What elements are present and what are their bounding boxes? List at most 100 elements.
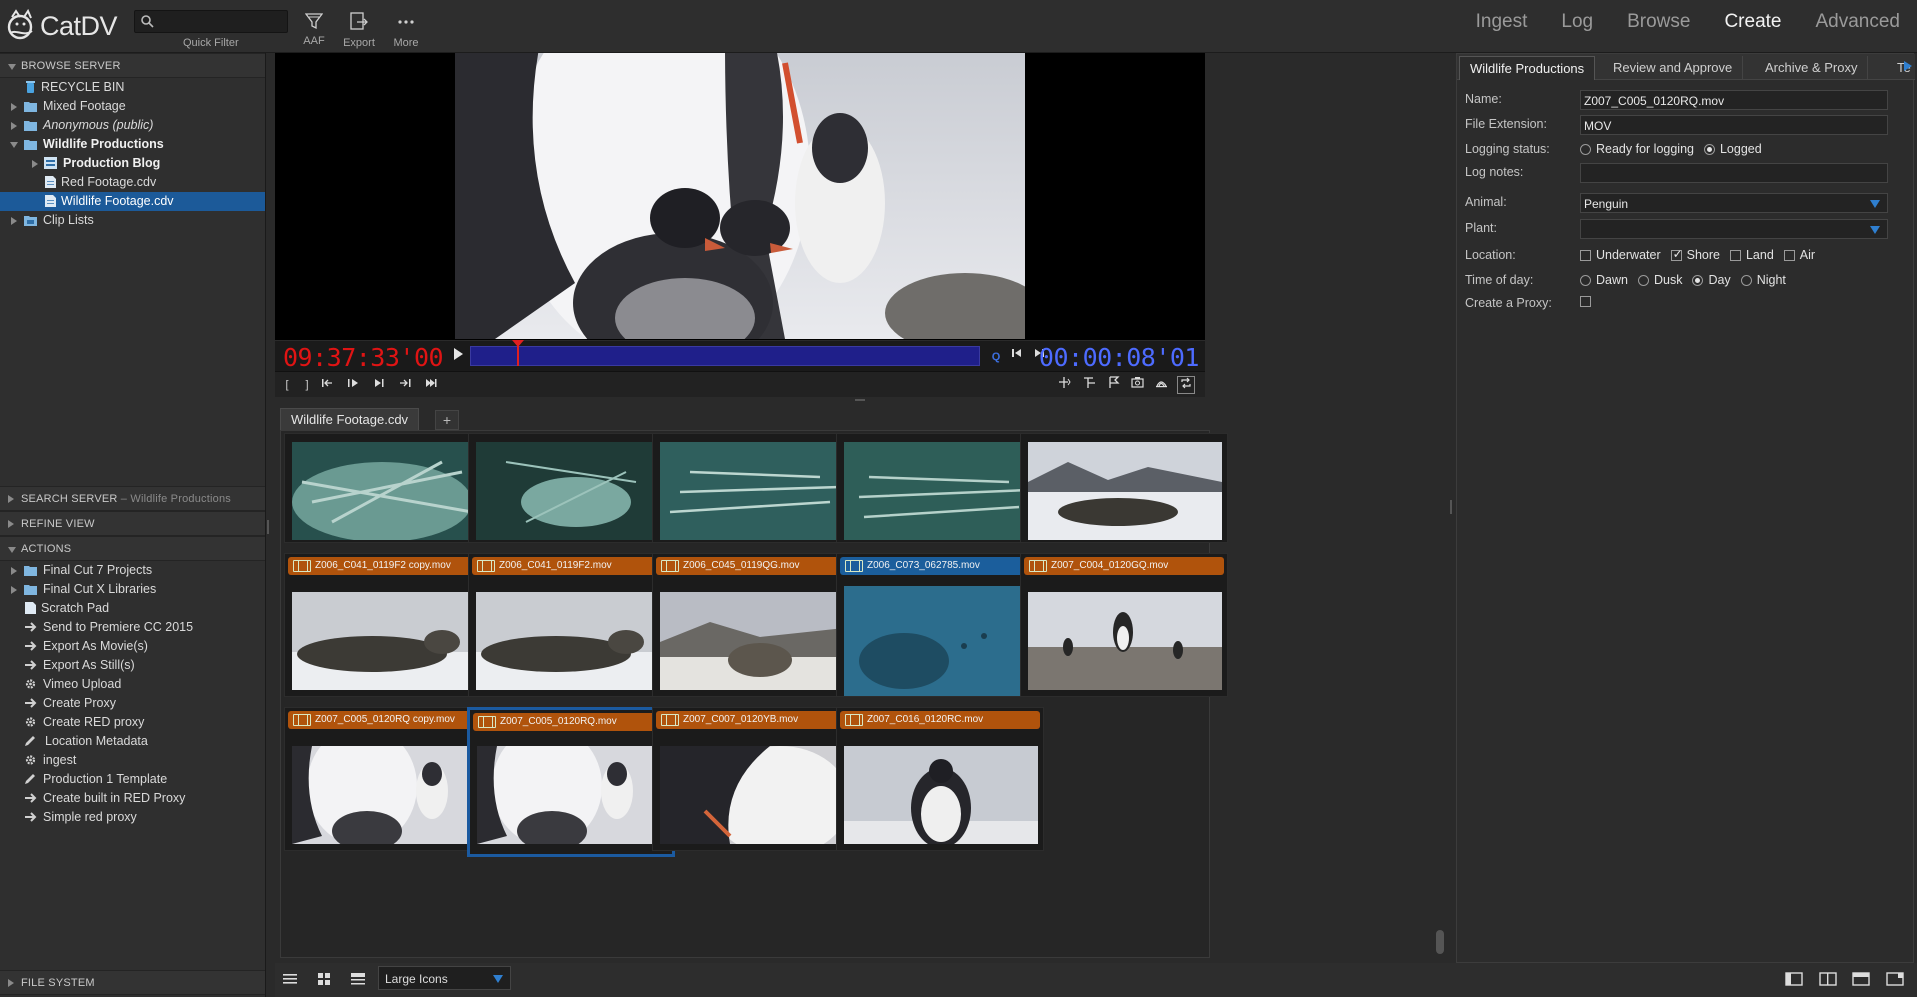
filmstrip-view-icon[interactable] [350, 972, 366, 986]
file-extension-input[interactable]: MOV [1580, 115, 1888, 135]
mode-browse[interactable]: Browse [1610, 0, 1707, 44]
collapse-arrow-icon[interactable] [10, 142, 18, 148]
expand-arrow-icon[interactable] [11, 567, 17, 575]
action-ingest[interactable]: ingest [0, 751, 265, 770]
checkbox-create-proxy[interactable] [1580, 296, 1596, 307]
duration-timecode[interactable]: 00:00:08'01 [1039, 343, 1200, 372]
playhead[interactable] [512, 340, 524, 366]
tree-item-clip-lists[interactable]: Clip Lists [0, 211, 265, 230]
clip-card[interactable]: Z007_C004_0120GQ.mov [1020, 553, 1228, 697]
view-mode-select[interactable]: Large Icons [378, 966, 511, 990]
layout-top-panel-icon[interactable] [1852, 972, 1870, 986]
mode-ingest[interactable]: Ingest [1459, 0, 1545, 44]
expand-arrow-icon[interactable] [11, 122, 17, 130]
name-input[interactable]: Z007_C005_0120RQ.mov [1580, 90, 1888, 110]
browse-server-header[interactable]: BROWSE SERVER [0, 53, 265, 78]
tree-item-recycle-bin[interactable]: RECYCLE BIN [0, 78, 265, 97]
inspector-resize-handle[interactable] [1450, 500, 1452, 514]
checkbox-underwater[interactable]: Underwater [1580, 248, 1661, 262]
go-to-in-button[interactable] [318, 376, 336, 394]
viewer-resize-handle[interactable] [855, 399, 865, 401]
clip-card[interactable]: Z006_C041_0119F2.mov [468, 553, 676, 697]
radio-day[interactable]: Day [1692, 273, 1731, 287]
grid-scrollbar[interactable] [1436, 930, 1444, 954]
radio-ready-for-logging[interactable]: Ready for logging [1580, 142, 1694, 156]
plant-select[interactable] [1580, 219, 1888, 239]
tree-item-red-footage[interactable]: Red Footage.cdv [0, 173, 265, 192]
tree-item-mixed-footage[interactable]: Mixed Footage [0, 97, 265, 116]
snapshot-button[interactable] [1128, 376, 1146, 394]
tree-item-production-blog[interactable]: Production Blog [0, 154, 265, 173]
video-viewer[interactable] [275, 53, 1205, 340]
mark-in-button[interactable]: [ [278, 376, 296, 394]
log-notes-input[interactable] [1580, 163, 1888, 183]
clip-card[interactable]: Z007_C005_0120RQ copy.mov [284, 707, 492, 851]
file-system-header[interactable]: FILE SYSTEM [0, 970, 265, 995]
clip-card[interactable]: Z007_C016_0120RC.mov [836, 707, 1044, 851]
clip-card[interactable]: Z006_C045_0119QG.mov [652, 553, 860, 697]
overwrite-edit-button[interactable] [1080, 376, 1098, 394]
play-to-out-button[interactable] [370, 376, 388, 394]
action-create-red-proxy[interactable]: Create RED proxy [0, 713, 265, 732]
action-vimeo-upload[interactable]: Vimeo Upload [0, 675, 265, 694]
add-tab-button[interactable]: + [435, 410, 459, 430]
action-final-cut-7[interactable]: Final Cut 7 Projects [0, 561, 265, 580]
tab-wildlife-productions[interactable]: Wildlife Productions [1459, 56, 1596, 80]
search-server-header[interactable]: SEARCH SERVER – Wildlife Productions [0, 486, 265, 511]
action-production-template[interactable]: Production 1 Template [0, 770, 265, 789]
current-timecode[interactable]: 09:37:33'00 [283, 343, 444, 372]
q-button[interactable]: Q [987, 348, 1005, 366]
loop-button[interactable] [1177, 376, 1195, 394]
quick-filter-input[interactable] [134, 10, 288, 33]
mode-advanced[interactable]: Advanced [1798, 0, 1917, 44]
tab-archive-proxy[interactable]: Archive & Proxy [1755, 56, 1869, 80]
action-create-proxy[interactable]: Create Proxy [0, 694, 265, 713]
mode-log[interactable]: Log [1544, 0, 1610, 44]
more-button[interactable]: More [384, 8, 428, 52]
list-view-icon[interactable] [282, 972, 298, 986]
layout-split-icon[interactable] [1819, 972, 1837, 986]
radio-dusk[interactable]: Dusk [1637, 273, 1682, 287]
action-final-cut-x[interactable]: Final Cut X Libraries [0, 580, 265, 599]
clip-card[interactable]: Z007_C007_0120YB.mov [652, 707, 860, 851]
clip-card[interactable] [284, 433, 492, 543]
checkbox-land[interactable]: Land [1729, 248, 1774, 262]
tree-item-anonymous[interactable]: Anonymous (public) [0, 116, 265, 135]
action-export-movies[interactable]: Export As Movie(s) [0, 637, 265, 656]
play-in-out-button[interactable] [344, 376, 362, 394]
clip-card-selected[interactable]: Z007_C005_0120RQ.mov [467, 707, 675, 857]
expand-arrow-icon[interactable] [32, 160, 38, 168]
action-scratch-pad[interactable]: Scratch Pad [0, 599, 265, 618]
clip-card[interactable] [468, 433, 676, 543]
go-to-out-button[interactable] [396, 376, 414, 394]
refine-view-header[interactable]: REFINE VIEW [0, 511, 265, 536]
aaf-button[interactable]: AAF [292, 8, 336, 52]
clip-card[interactable] [1020, 433, 1228, 543]
clip-card[interactable] [652, 433, 860, 543]
layout-right-panel-icon[interactable] [1886, 972, 1904, 986]
tab-review-approve[interactable]: Review and Approve [1603, 56, 1744, 80]
radio-dawn[interactable]: Dawn [1580, 273, 1628, 287]
mark-out-button[interactable]: ] [298, 376, 316, 394]
expand-arrow-icon[interactable] [11, 586, 17, 594]
tab-wildlife-footage[interactable]: Wildlife Footage.cdv [280, 408, 420, 430]
action-export-stills[interactable]: Export As Still(s) [0, 656, 265, 675]
clip-card[interactable]: Z006_C041_0119F2 copy.mov [284, 553, 492, 697]
animal-select[interactable]: Penguin [1580, 193, 1888, 213]
add-marker-button[interactable] [1105, 376, 1123, 394]
export-button[interactable]: Export [337, 8, 381, 52]
action-send-premiere[interactable]: Send to Premiere CC 2015 [0, 618, 265, 637]
audio-button[interactable] [1152, 376, 1170, 394]
step-back-button[interactable] [1008, 347, 1026, 365]
checkbox-shore[interactable]: Shore [1670, 247, 1720, 262]
go-to-last-button[interactable] [422, 376, 440, 394]
grid-view-icon[interactable] [316, 972, 332, 986]
clip-card[interactable]: Z006_C073_062785.mov [836, 553, 1044, 697]
layout-left-panel-icon[interactable] [1785, 972, 1803, 986]
radio-night[interactable]: Night [1740, 273, 1786, 287]
mode-create[interactable]: Create [1707, 0, 1798, 44]
action-simple-red-proxy[interactable]: Simple red proxy [0, 808, 265, 827]
tabs-more-icon[interactable] [1903, 60, 1913, 72]
checkbox-air[interactable]: Air [1783, 248, 1815, 262]
expand-arrow-icon[interactable] [11, 103, 17, 111]
